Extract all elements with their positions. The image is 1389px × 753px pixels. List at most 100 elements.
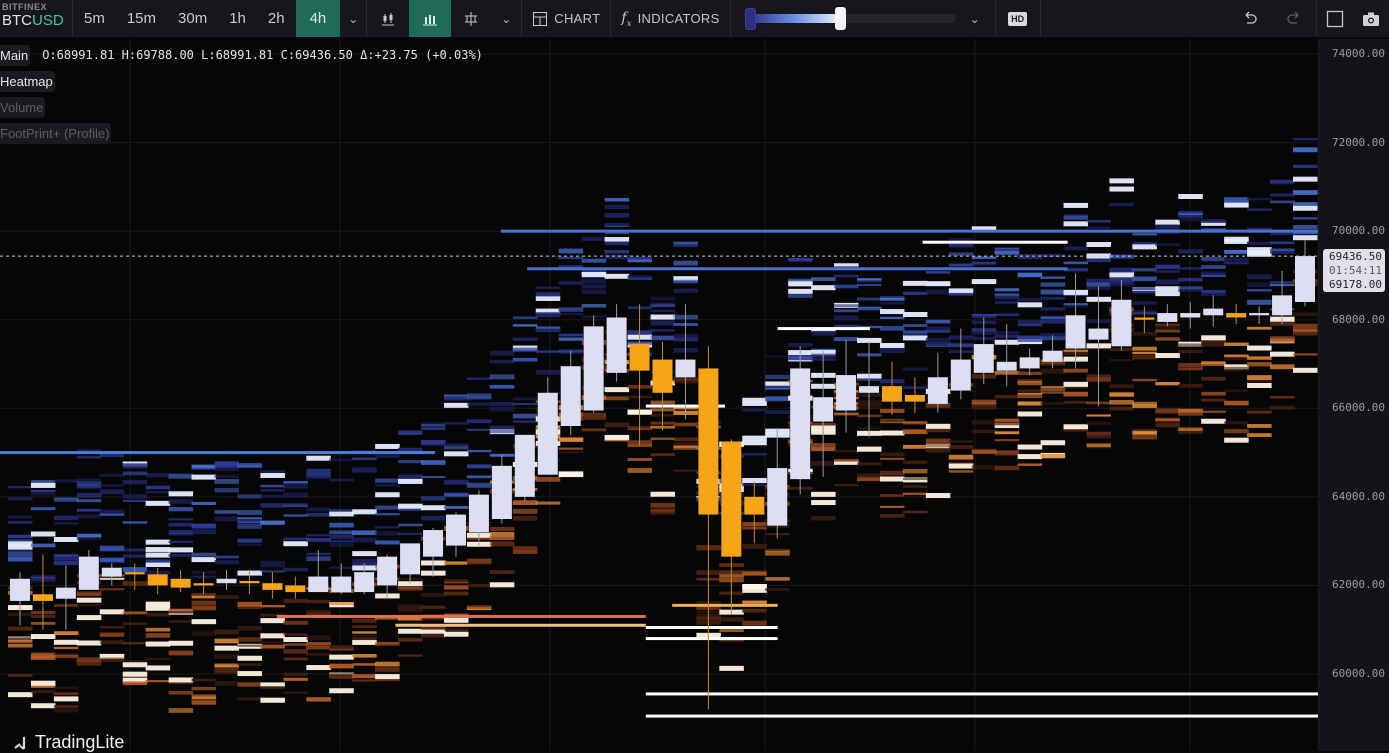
timeframe-1h[interactable]: 1h [218,0,257,37]
heatmap-cell [1132,290,1157,294]
heatmap-bars-button[interactable] [409,0,452,37]
heatmap-cell [1132,244,1157,250]
heatmap-cell [1017,401,1043,406]
timeframe-5m[interactable]: 5m [73,0,116,37]
heatmap-cell [1017,394,1043,398]
heatmap-cell [1201,418,1226,424]
heatmap-cell [1270,200,1295,204]
hd-toggle[interactable]: HD [996,0,1040,37]
heatmap-cell [53,479,79,483]
heatmap-cell [925,337,951,341]
heatmap-cell [994,465,1020,471]
legend-layer-heatmap[interactable]: Heatmap [0,70,55,92]
indicators-button[interactable]: fx INDICATORS [611,0,729,37]
heatmap-cell [1247,363,1272,367]
legend-layer-footprint[interactable]: FootPrint+ (Profile) [0,122,112,144]
timeframe-2h[interactable]: 2h [257,0,296,37]
heatmap-cell [902,280,928,286]
slider-dropdown[interactable]: ⌄ [955,0,995,37]
legend-layer-volume[interactable]: Volume [0,96,46,118]
heatmap-cell [398,478,423,484]
heatmap-cell [53,536,79,542]
candle-body-down [881,386,902,402]
heatmap-cell [443,631,469,637]
heatmap-intensity-slider[interactable] [744,0,955,37]
candle-body-down [32,594,53,601]
timeframe-30m[interactable]: 30m [167,0,218,37]
heatmap-cell [558,333,584,337]
heatmap-cell [168,640,194,646]
heatmap-cell [650,314,675,320]
candle-body-up [1180,313,1201,318]
heatmap-cell [948,445,974,449]
redo-button[interactable] [1272,0,1316,37]
price-axis[interactable]: 74000.00 72000.00 70000.00 68000.00 66000.00… [1318,39,1389,751]
candle-body-down [147,574,168,586]
heatmap-cell [489,429,515,434]
heatmap-cell [489,374,515,380]
brand-logo: TradingLite [14,732,124,753]
candle-body-up [537,392,558,475]
indicators-label: INDICATORS [637,11,720,26]
heatmap-cell [857,462,882,466]
heatmap-cell [421,605,446,609]
heatmap-cell [352,537,377,543]
heatmap-cell [76,657,102,663]
heatmap-cell [902,330,928,334]
heatmap-cell [352,625,377,628]
timeframe-dropdown[interactable]: ⌄ [340,0,366,37]
heatmap-cell [834,324,859,328]
heatmap-cell [742,620,767,626]
candle-body-up [1019,357,1040,369]
chart-settings-button[interactable]: CHART [522,0,610,37]
timeframe-4h[interactable]: 4h [295,0,341,37]
crosshair-button[interactable] [451,0,491,37]
heatmap-cell [168,518,194,521]
heatmap-cell [191,700,217,705]
heatmap-cell [1293,147,1318,153]
candle-body-down [744,496,765,515]
heatmap-cell [489,541,515,547]
heatmap-cell [879,342,905,348]
heatmap-cell [765,588,790,592]
heatmap-cell [1293,312,1318,317]
heatmap-cell [765,550,790,556]
timeframe-15m[interactable]: 15m [116,0,167,37]
heatmap-cell [1247,356,1272,360]
heatmap-cell [1109,202,1134,207]
heatmap-cell [1109,400,1134,405]
heatmap-cell [673,469,698,472]
heatmap-cell [1017,380,1043,386]
undo-button[interactable] [1228,0,1272,37]
heatmap-cell [902,291,928,296]
symbol-selector[interactable]: BITFINEX BTCUSD [0,0,72,37]
heatmap-cell [191,552,217,557]
heatmap-cell [971,404,997,410]
heatmap-cell [398,637,423,642]
heatmap-cell [76,492,102,498]
heatmap-cell [971,420,997,425]
slider-handle[interactable] [834,7,846,30]
heatmap-cell [994,453,1020,456]
crosshair-dropdown[interactable]: ⌄ [491,0,521,37]
heatmap-cell [99,489,125,495]
legend-main[interactable]: Main [0,44,31,66]
heatmap-cell [145,679,171,683]
heatmap-cell [1178,409,1203,413]
candle-type-button[interactable] [367,0,409,37]
price-tick-label: 62000.00 [1332,578,1385,592]
heatmap-cell [1247,382,1272,388]
screenshot-button[interactable] [1353,0,1389,37]
heatmap-cell [8,496,33,501]
fullscreen-button[interactable] [1317,0,1353,37]
heatmap-cell [53,696,79,702]
heatmap-cell [1178,412,1203,416]
heatmap-cell [719,665,744,671]
heatmap-cell [489,570,515,574]
heatmap-cell [99,473,125,477]
heatmap-cell [214,464,240,469]
heatmap-cell [398,628,423,634]
redo-icon [1287,11,1299,24]
heatmap-cell [1224,429,1249,434]
slider-min-handle[interactable] [744,7,756,30]
